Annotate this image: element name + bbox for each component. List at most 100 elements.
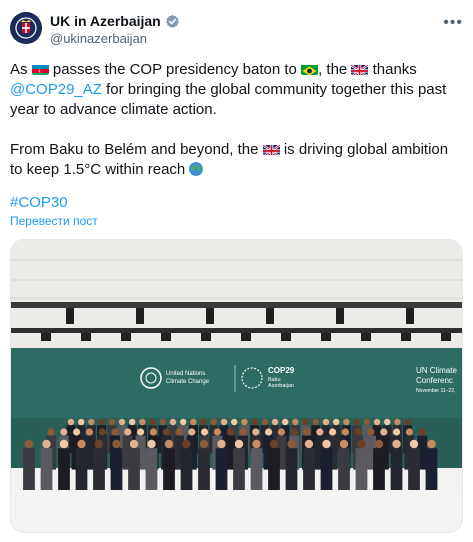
delegate-figure	[338, 448, 350, 493]
delegate-head	[226, 428, 234, 436]
hashtag-link[interactable]: #COP30	[10, 194, 68, 211]
delegate-head	[329, 428, 337, 436]
mention-link[interactable]: @COP29_AZ	[10, 81, 102, 98]
post-paragraph-2: From Baku to Belém and beyond, the is dr…	[10, 140, 462, 180]
post-text-segment: , the	[318, 61, 348, 78]
post-text-segment: thanks	[372, 61, 417, 78]
globe-icon	[189, 162, 204, 176]
post-text: As passes the COP presidency baton to , …	[10, 60, 462, 180]
delegate-head	[261, 418, 268, 426]
delegate-figure	[93, 448, 105, 493]
handle[interactable]: @ukinazerbaijan	[50, 31, 147, 46]
delegate-head	[59, 439, 69, 449]
delegate-figure	[355, 448, 368, 493]
delegate-head	[239, 428, 247, 436]
delegate-figure	[40, 448, 53, 493]
delegate-head	[85, 428, 93, 436]
delegate-figure	[163, 448, 175, 493]
delegate-figure	[285, 448, 298, 493]
delegate-head	[231, 418, 238, 426]
delegate-head	[124, 428, 132, 436]
delegate-head	[201, 428, 209, 436]
delegate-head	[373, 418, 381, 426]
delegate-head	[47, 428, 55, 436]
delegate-head	[252, 439, 261, 449]
delegate-head	[252, 428, 260, 436]
delegate-head	[354, 428, 362, 436]
delegate-head	[251, 418, 258, 426]
delegate-head	[60, 428, 68, 436]
delegate-head	[304, 439, 314, 449]
delegate-head	[302, 418, 309, 426]
delegate-head	[367, 428, 375, 436]
banner-un-line1: United Nations	[166, 371, 205, 377]
translate-post-link[interactable]: Перевести пост	[10, 214, 98, 228]
delegate-head	[292, 418, 299, 426]
delegate-head	[111, 428, 119, 436]
delegate-figure	[110, 448, 123, 493]
post-paragraph-1: As passes the COP presidency baton to , …	[10, 60, 462, 120]
delegate-head	[363, 418, 370, 426]
delegate-figure	[320, 448, 333, 493]
delegate-figure	[215, 448, 228, 493]
delegate-head	[409, 439, 419, 449]
banner-conf-line3: November 11–22,	[416, 388, 455, 394]
delegate-figure	[373, 448, 385, 493]
delegate-head	[316, 428, 324, 436]
delegate-figure	[250, 448, 263, 493]
delegate-head	[175, 428, 183, 436]
delegate-head	[147, 439, 156, 449]
delegate-head	[24, 439, 34, 449]
delegate-figure	[198, 448, 210, 493]
delegate-head	[357, 439, 366, 449]
delegate-head	[277, 428, 285, 436]
post-text-segment: As	[10, 61, 28, 78]
delegate-head	[405, 428, 413, 436]
delegate-head	[393, 428, 401, 436]
delegate-head	[129, 418, 136, 426]
delegate-head	[241, 418, 248, 426]
delegate-figure	[390, 448, 403, 493]
azerbaijan-flag-icon	[31, 63, 49, 75]
delegate-head	[118, 418, 126, 426]
delegate-head	[269, 439, 279, 449]
delegate-head	[312, 418, 319, 426]
display-name[interactable]: UK in Azerbaijan	[50, 13, 180, 29]
delegate-head	[234, 439, 244, 449]
delegate-figure	[408, 448, 420, 493]
delegate-head	[353, 418, 360, 426]
delegate-head	[73, 428, 81, 436]
delegate-head	[159, 418, 166, 426]
delegate-head	[94, 439, 104, 449]
delegate-head	[427, 439, 436, 449]
delegate-head	[341, 428, 349, 436]
delegate-head	[333, 418, 340, 426]
delegate-head	[88, 418, 95, 426]
delegate-head	[282, 418, 289, 426]
delegate-head	[98, 428, 106, 436]
delegate-head	[271, 418, 279, 426]
delegate-head	[98, 418, 105, 426]
delegate-head	[162, 428, 170, 436]
banner-cop-line3: Azerbaijan	[268, 383, 294, 389]
delegate-head	[220, 418, 228, 426]
delegate-head	[287, 439, 296, 449]
display-name-text[interactable]: UK in Azerbaijan	[50, 13, 161, 29]
delegate-head	[78, 418, 85, 426]
post-text-segment: From Baku to Belém and beyond, the	[10, 141, 259, 158]
banner-un-line2: Climate Change	[166, 379, 210, 385]
delegate-head	[265, 428, 273, 436]
post-photo[interactable]: United Nations Climate Change COP29 Baku…	[10, 239, 463, 533]
delegate-figure	[180, 448, 193, 493]
delegate-head	[67, 418, 75, 426]
delegate-head	[339, 439, 349, 449]
delegate-head	[137, 428, 145, 436]
delegate-head	[404, 418, 411, 426]
delegate-head	[77, 439, 86, 449]
banner-conf-line2: Conferenc	[416, 376, 453, 385]
avatar[interactable]	[10, 12, 42, 44]
more-options-icon[interactable]: •••	[443, 14, 463, 32]
delegate-figure	[75, 448, 88, 493]
delegate-figure	[425, 448, 438, 493]
delegate-figure	[58, 448, 70, 493]
